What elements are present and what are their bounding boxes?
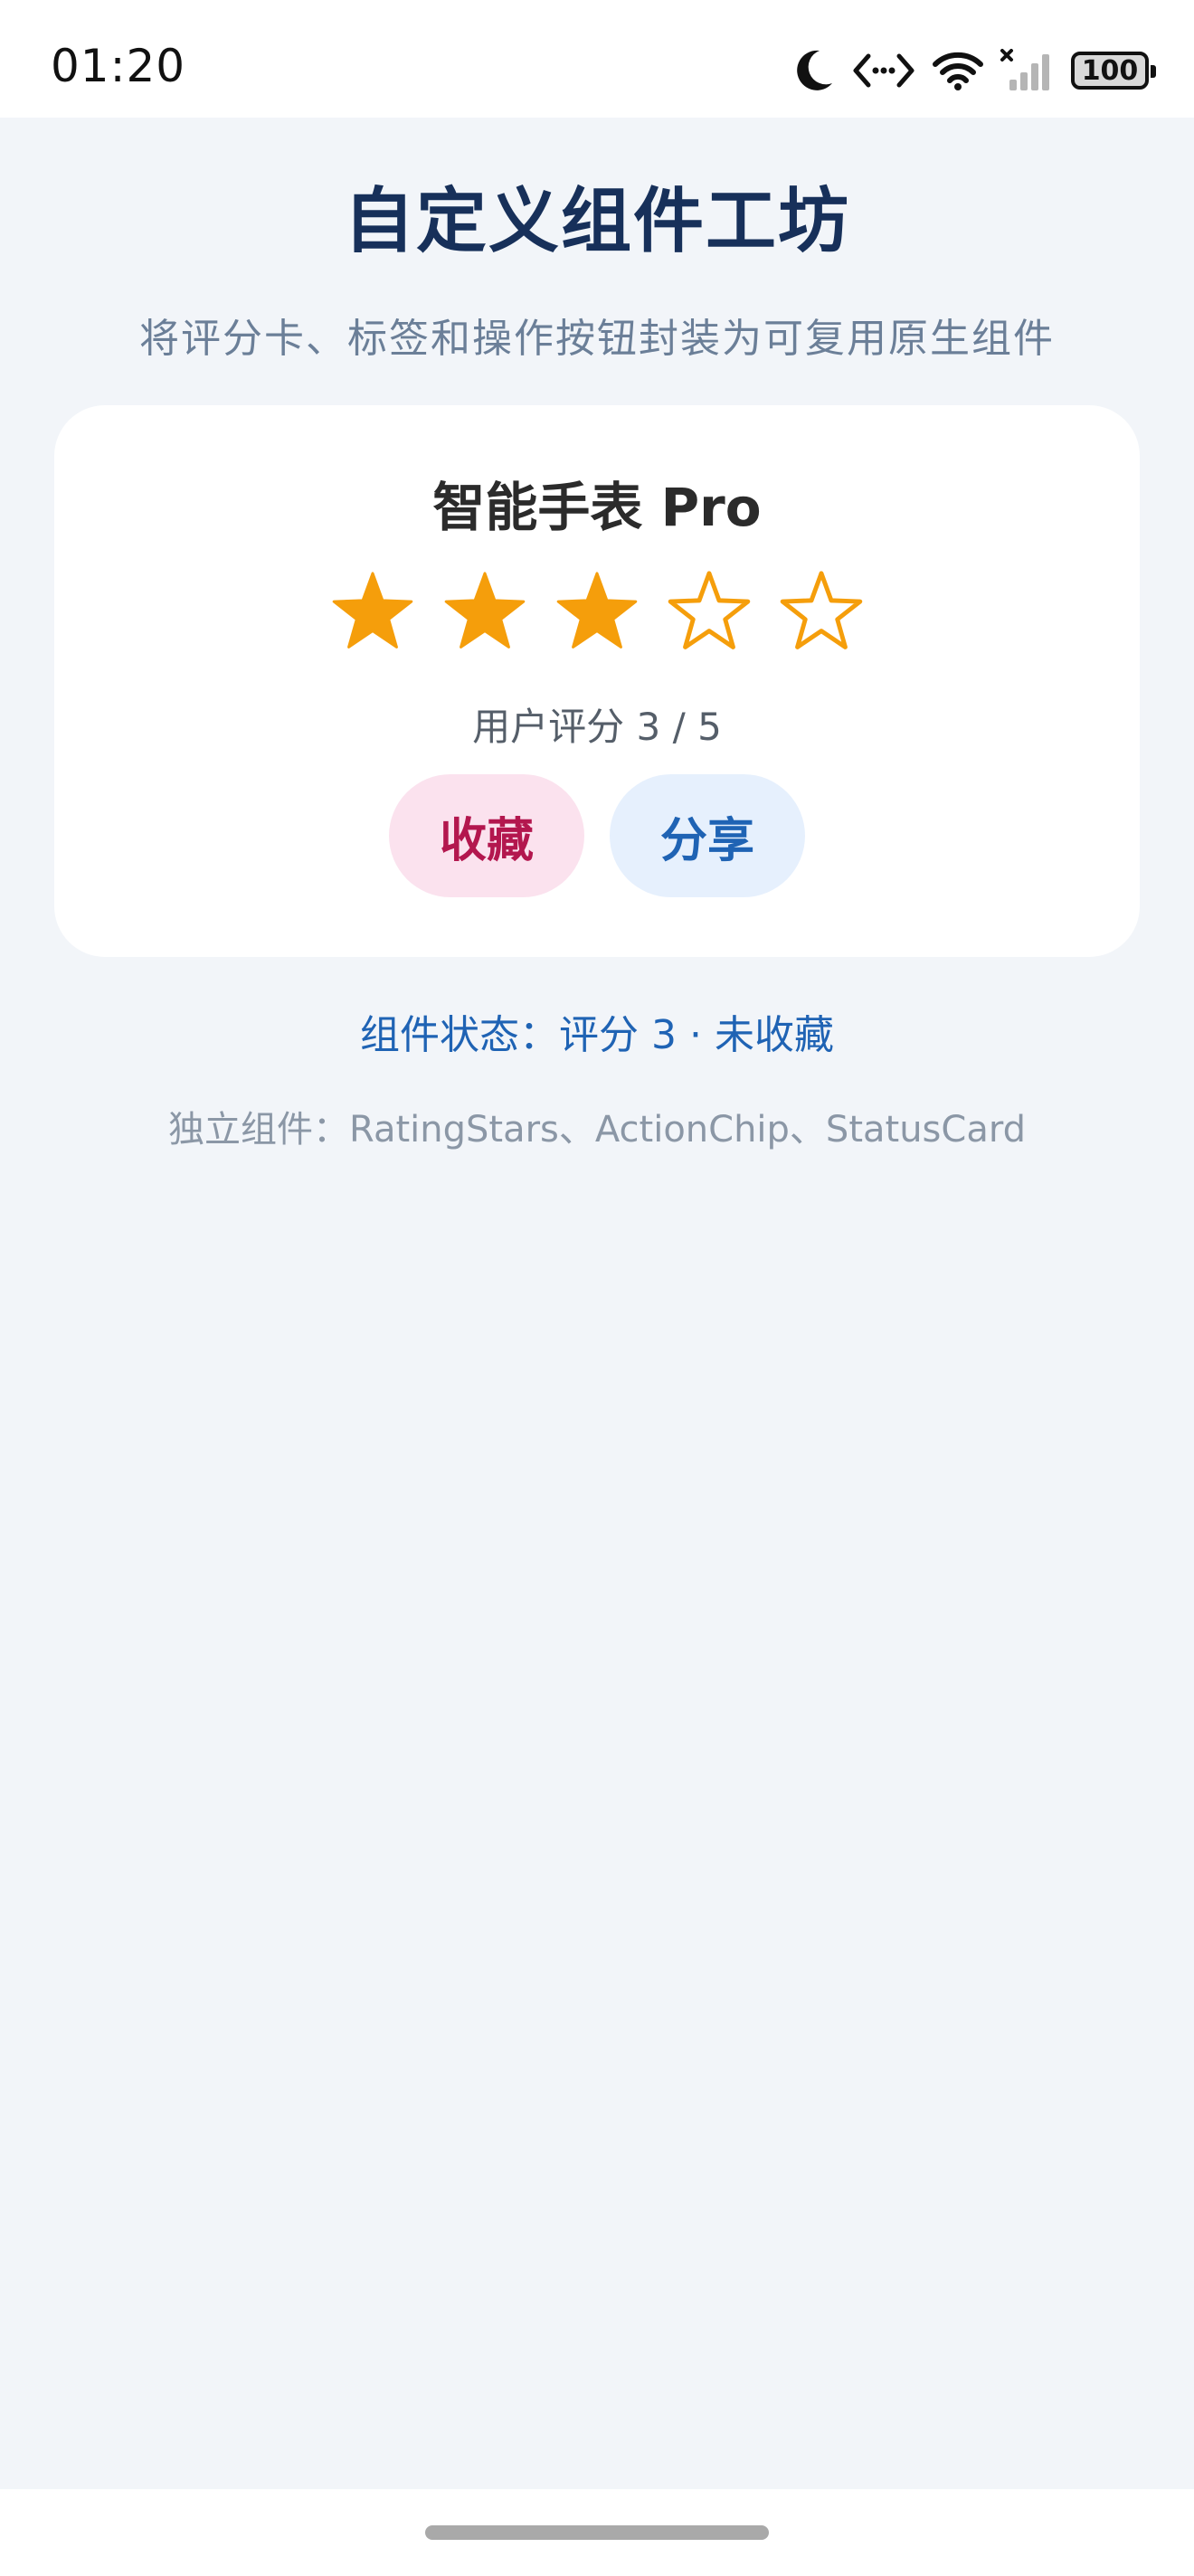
rating-stars (54, 568, 1140, 657)
status-card: 智能手表 Pro 用户评分 3 / 5 收藏 分享 (54, 405, 1140, 957)
star-filled-icon[interactable] (553, 568, 641, 657)
signal-icon (1000, 49, 1049, 90)
status-time: 01:20 (51, 40, 186, 92)
product-title: 智能手表 Pro (432, 477, 762, 538)
status-bar: 01:20 100 (0, 0, 1194, 118)
wifi-icon (933, 52, 983, 90)
share-chip-button[interactable]: 分享 (610, 774, 806, 897)
page-subtitle: 将评分卡、标签和操作按钮封装为可复用原生组件 (139, 316, 1055, 362)
code-icon (853, 53, 914, 88)
favorite-chip-button[interactable]: 收藏 (388, 774, 584, 897)
star-filled-icon[interactable] (441, 568, 529, 657)
star-empty-icon[interactable] (665, 568, 753, 657)
action-chips: 收藏 分享 (54, 774, 1140, 897)
star-empty-icon[interactable] (777, 568, 866, 657)
battery-icon: 100 (1071, 52, 1156, 90)
home-indicator[interactable] (425, 2525, 769, 2540)
moon-icon (797, 50, 832, 90)
rating-text: 用户评分 3 / 5 (472, 705, 722, 749)
components-list-text: 独立组件：RatingStars、ActionChip、StatusCard (168, 1109, 1026, 1151)
star-filled-icon[interactable] (328, 568, 417, 657)
status-icons: 100 (792, 43, 1156, 98)
navigation-bar (0, 2489, 1194, 2576)
page-title: 自定义组件工坊 (343, 181, 850, 262)
component-state-text: 组件状态：评分 3 · 未收藏 (360, 1012, 834, 1058)
